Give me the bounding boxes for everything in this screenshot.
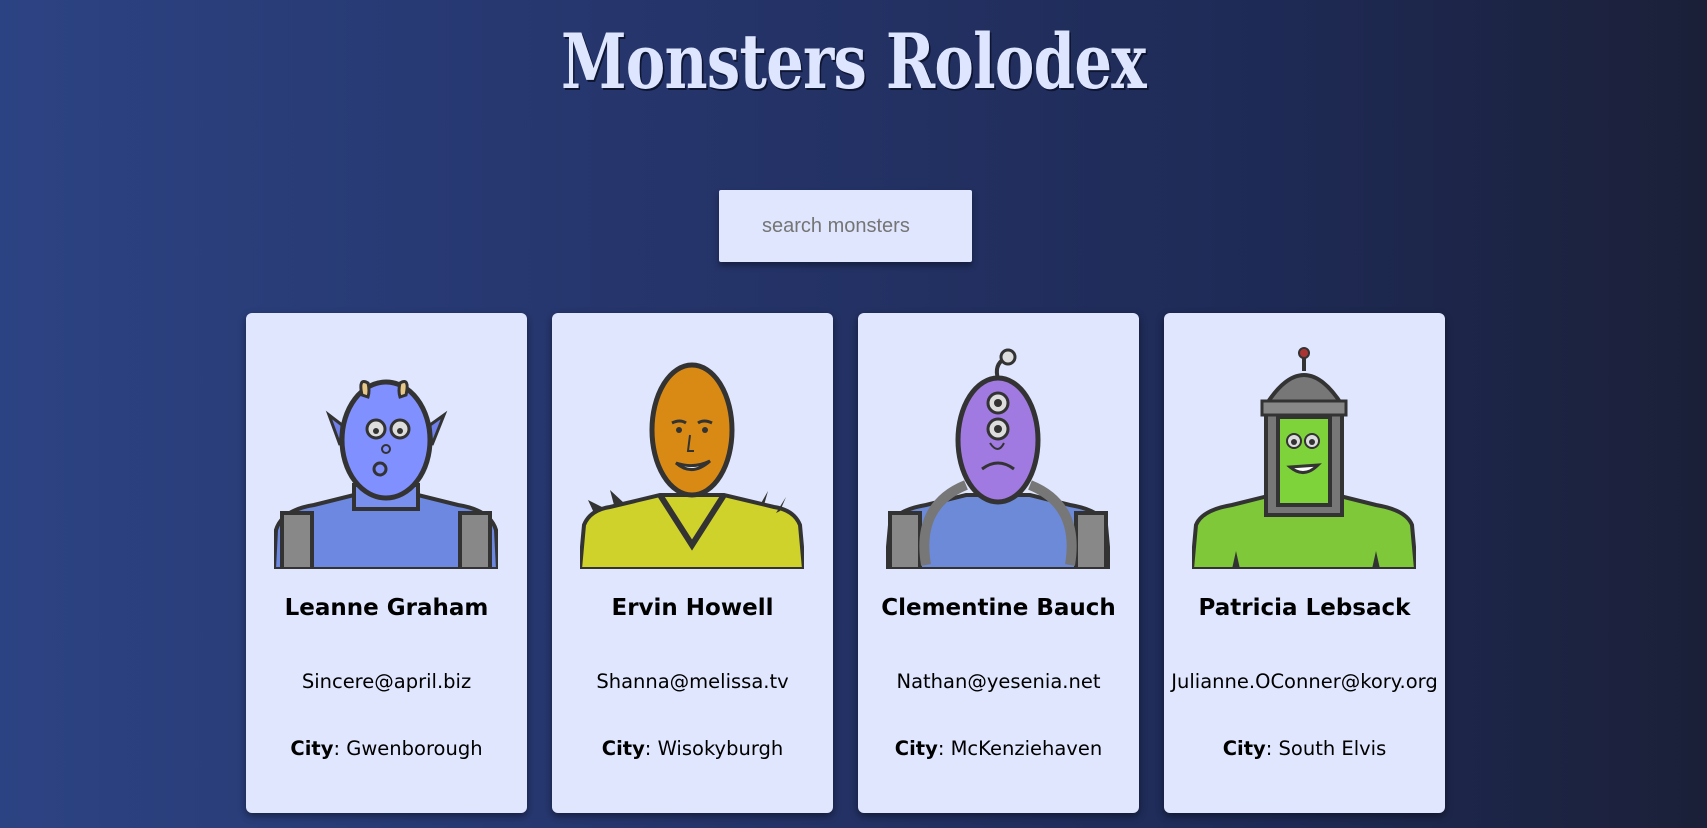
monster-avatar-image [274,379,498,569]
monster-city: City: Wisokyburgh [601,737,784,760]
city-value: South Elvis [1278,737,1387,760]
city-value: McKenziehaven [950,737,1103,760]
monster-card[interactable]: Clementine Bauch Nathan@yesenia.net City… [858,313,1139,813]
city-label: City [290,737,334,760]
monster-email: Shanna@melissa.tv [596,670,789,693]
monster-card[interactable]: Ervin Howell Shanna@melissa.tv City: Wis… [552,313,833,813]
monster-avatar-image [1192,347,1416,569]
monster-avatar-image [580,362,804,569]
city-label: City [1222,737,1266,760]
monster-city: City: McKenziehaven [894,737,1103,760]
city-value: Wisokyburgh [657,737,784,760]
monster-email: Julianne.OConner@kory.org [1171,670,1438,693]
page-title: Monsters Rolodex [560,17,1147,106]
city-label: City [601,737,645,760]
card-list: Leanne Graham Sincere@april.biz City: Gw… [246,313,1446,813]
monster-email: Nathan@yesenia.net [896,670,1101,693]
monster-avatar-image [886,348,1110,569]
monster-name: Leanne Graham [284,595,489,621]
monster-name: Ervin Howell [611,595,774,621]
city-label: City [894,737,938,760]
city-value: Gwenborough [346,737,483,760]
monster-city: City: South Elvis [1222,737,1387,760]
monster-city: City: Gwenborough [290,737,483,760]
monster-card[interactable]: Leanne Graham Sincere@april.biz City: Gw… [246,313,527,813]
monster-name: Clementine Bauch [881,595,1116,621]
monster-card[interactable]: Patricia Lebsack Julianne.OConner@kory.o… [1164,313,1445,813]
search-input[interactable] [719,190,972,262]
monster-email: Sincere@april.biz [301,670,472,693]
monster-name: Patricia Lebsack [1198,595,1411,621]
